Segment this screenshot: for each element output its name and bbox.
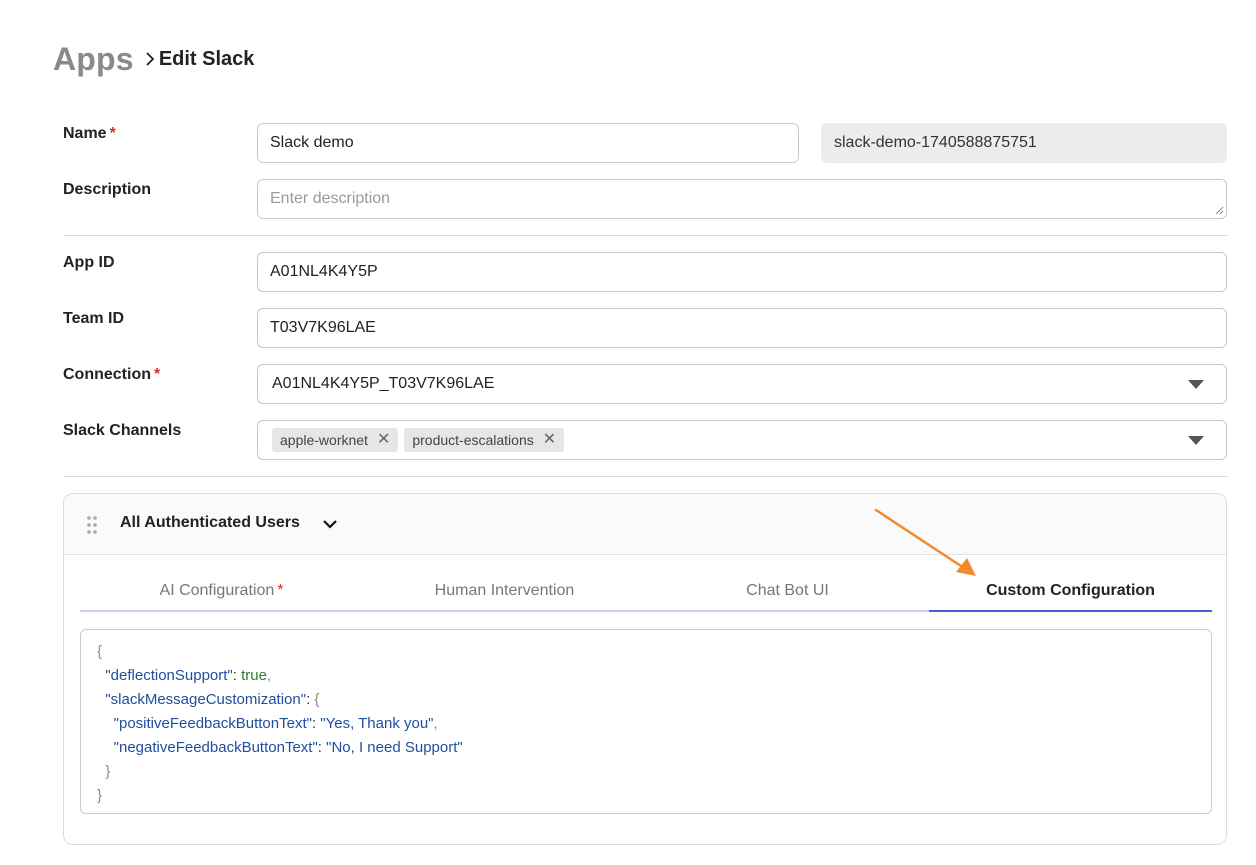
- name-label: Name *: [63, 125, 116, 142]
- app-id-label: App ID: [63, 254, 115, 271]
- breadcrumb-apps-link[interactable]: Apps: [53, 41, 134, 78]
- panel-title: All Authenticated Users: [120, 514, 300, 531]
- chevron-right-icon: [146, 52, 155, 66]
- page-title: Edit Slack: [158, 47, 255, 70]
- channel-chip: apple-worknet ✕: [272, 428, 399, 452]
- json-value: true: [241, 667, 267, 684]
- required-mark: *: [154, 366, 161, 383]
- caret-down-icon[interactable]: [1188, 436, 1204, 445]
- json-key: "deflectionSupport": [105, 667, 233, 684]
- json-brace: {: [97, 643, 103, 660]
- required-mark: *: [109, 125, 116, 142]
- json-value: "Yes, Thank you": [320, 715, 434, 732]
- json-brace: }: [105, 763, 111, 780]
- section-divider: [63, 476, 1227, 477]
- description-textarea[interactable]: Enter description: [257, 179, 1227, 219]
- caret-down-icon[interactable]: [1188, 380, 1204, 389]
- tab-human-intervention[interactable]: Human Intervention: [363, 566, 646, 610]
- json-brace: {: [314, 691, 320, 708]
- required-mark: *: [277, 582, 284, 599]
- slack-channels-multiselect[interactable]: apple-worknet ✕ product-escalations ✕: [257, 420, 1227, 460]
- breadcrumb: Apps Edit Slack: [53, 38, 254, 80]
- annotation-arrow-icon: [874, 508, 976, 576]
- json-key: "slackMessageCustomization": [105, 691, 307, 708]
- team-id-input[interactable]: T03V7K96LAE: [257, 308, 1227, 348]
- config-tabs: AI Configuration * Human Intervention Cha…: [80, 566, 1212, 612]
- connection-value: A01NL4K4Y5P_T03V7K96LAE: [272, 375, 495, 392]
- channel-chip-label: product-escalations: [412, 432, 534, 448]
- section-divider: [63, 235, 1227, 236]
- json-key: "negativeFeedbackButtonText": [113, 739, 318, 756]
- team-id-label: Team ID: [63, 310, 125, 327]
- close-icon[interactable]: ✕: [543, 432, 556, 448]
- chevron-down-icon[interactable]: [322, 516, 338, 532]
- description-label: Description: [63, 181, 152, 198]
- channel-chip: product-escalations ✕: [404, 428, 565, 452]
- json-brace: }: [97, 787, 103, 804]
- custom-config-editor[interactable]: { "deflectionSupport": true, "slackMessa…: [80, 629, 1212, 814]
- connection-label: Connection *: [63, 366, 161, 383]
- slug-field: slack-demo-1740588875751: [821, 123, 1227, 163]
- panel-header[interactable]: All Authenticated Users: [64, 494, 1226, 555]
- resize-handle-icon[interactable]: [1215, 206, 1224, 215]
- name-input[interactable]: Slack demo: [257, 123, 799, 163]
- slack-channels-label: Slack Channels: [63, 422, 182, 439]
- user-group-panel: All Authenticated Users AI Configuration…: [63, 493, 1227, 845]
- app-id-input[interactable]: A01NL4K4Y5P: [257, 252, 1227, 292]
- drag-handle-icon[interactable]: [86, 515, 98, 535]
- channel-chip-label: apple-worknet: [280, 432, 368, 448]
- connection-select[interactable]: A01NL4K4Y5P_T03V7K96LAE: [257, 364, 1227, 404]
- json-key: "positiveFeedbackButtonText": [113, 715, 312, 732]
- tab-ai-configuration[interactable]: AI Configuration *: [80, 566, 363, 610]
- close-icon[interactable]: ✕: [377, 432, 390, 448]
- json-value: "No, I need Support": [326, 739, 463, 756]
